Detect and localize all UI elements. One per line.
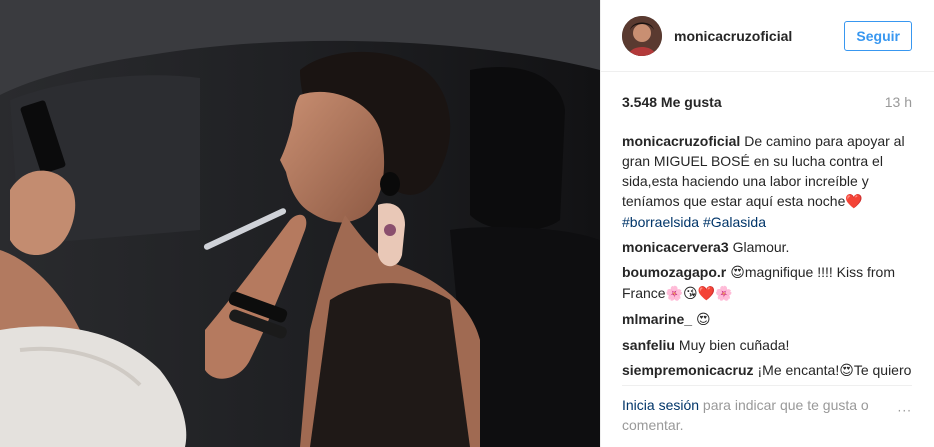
post-photo[interactable] [0, 0, 600, 447]
heart-eyes-emoji-icon: 😍 [696, 312, 711, 328]
more-options-icon[interactable]: ··· [898, 404, 912, 418]
list-item: siempremonicacruz¡Me encanta!😍Te quiero😘 [622, 360, 912, 381]
avatar[interactable] [622, 15, 662, 56]
comments-list[interactable]: monicacruzoficial De camino para apoyar a… [622, 131, 912, 381]
heart-emoji-icon: ❤️ [845, 194, 863, 210]
photo-illustration [0, 0, 600, 447]
comment-username[interactable]: boumozagapo.r [622, 264, 726, 280]
comment-text: Glamour. [732, 239, 790, 255]
list-item: mlmarine_ 😍 [622, 309, 912, 330]
post-time[interactable]: 13 h [885, 94, 912, 110]
heart-eyes-emoji-icon: 😍 [730, 265, 745, 281]
list-item: monicacervera3 Glamour. [622, 237, 912, 257]
list-item: boumozagapo.r 😍magnifique !!!! Kiss from … [622, 262, 912, 304]
login-link[interactable]: Inicia sesión [622, 397, 699, 413]
comment-username[interactable]: mlmarine_ [622, 311, 692, 327]
comment-username[interactable]: monicacervera3 [622, 239, 729, 255]
header-username[interactable]: monicacruzoficial [674, 28, 844, 44]
comment-text: Muy bien cuñada! [678, 337, 790, 353]
caption-username[interactable]: monicacruzoficial [622, 133, 740, 149]
follow-button[interactable]: Seguir [844, 20, 912, 51]
comment-username[interactable]: siempremonicacruz [622, 362, 754, 378]
post-meta: 3.548 Me gusta 13 h [622, 94, 912, 110]
footer-divider [622, 385, 912, 386]
login-prompt: Inicia sesión para indicar que te gusta … [622, 395, 912, 435]
avatar-image-icon [622, 15, 662, 56]
post-header: monicacruzoficial Seguir [601, 0, 934, 72]
heart-eyes-emoji-icon: 😍 [839, 363, 854, 379]
likes-count[interactable]: 3.548 Me gusta [622, 94, 722, 110]
post-sidebar: monicacruzoficial Seguir 3.548 Me gusta … [600, 0, 934, 447]
hashtag-borraelsida[interactable]: #borraelsida [622, 214, 699, 230]
flowers-kiss-heart-emoji-icon: 🌸😘❤️🌸 [665, 286, 733, 302]
comment-text-after: Te quiero [853, 362, 912, 378]
hashtag-galasida[interactable]: #Galasida [703, 214, 766, 230]
comment-text: ¡Me encanta! [757, 362, 840, 378]
list-item: sanfeliu Muy bien cuñada! [622, 335, 912, 355]
instagram-post: monicacruzoficial Seguir 3.548 Me gusta … [0, 0, 934, 447]
comment-username[interactable]: sanfeliu [622, 337, 675, 353]
caption: monicacruzoficial De camino para apoyar a… [622, 131, 912, 232]
